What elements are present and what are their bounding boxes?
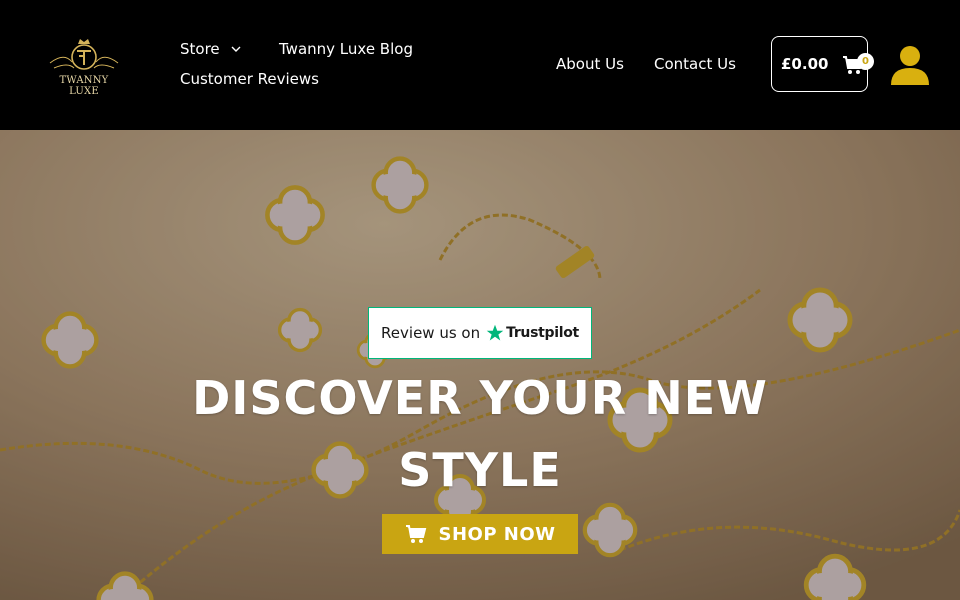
user-icon[interactable] <box>890 44 930 86</box>
hero-headline: DISCOVER YOUR NEW STYLE <box>120 362 840 506</box>
shopping-cart-icon <box>406 525 427 543</box>
star-icon <box>486 324 504 341</box>
nav-store-label: Store <box>180 40 220 58</box>
headline-line-1: DISCOVER YOUR NEW <box>192 371 768 425</box>
trustpilot-logo: Trustpilot <box>486 324 579 342</box>
cart-count-badge: 0 <box>857 53 874 70</box>
nav-store[interactable]: Store <box>180 40 242 58</box>
site-header: TWANNY LUXE Store Twanny Luxe Blog Custo… <box>0 0 960 130</box>
cart-button[interactable]: £0.00 0 <box>771 36 874 92</box>
brand-logo-text: TWANNY LUXE <box>59 75 109 97</box>
shop-now-button[interactable]: SHOP NOW <box>382 514 578 554</box>
shop-now-label: SHOP NOW <box>438 523 556 545</box>
review-prefix: Review us on <box>381 324 481 342</box>
nav-about-us[interactable]: About Us <box>556 55 624 73</box>
crown-emblem-icon <box>49 39 119 70</box>
headline-line-2: STYLE <box>398 443 562 497</box>
brand-logo[interactable]: TWANNY LUXE <box>44 38 124 97</box>
trustpilot-review-widget[interactable]: Review us on Trustpilot <box>368 307 592 359</box>
nav-contact-us[interactable]: Contact Us <box>654 55 736 73</box>
nav-customer-reviews[interactable]: Customer Reviews <box>180 70 319 88</box>
cart-total: £0.00 <box>781 55 829 73</box>
nav-blog[interactable]: Twanny Luxe Blog <box>279 40 413 58</box>
chevron-down-icon <box>231 46 241 52</box>
trustpilot-brand-text: Trustpilot <box>506 325 579 341</box>
